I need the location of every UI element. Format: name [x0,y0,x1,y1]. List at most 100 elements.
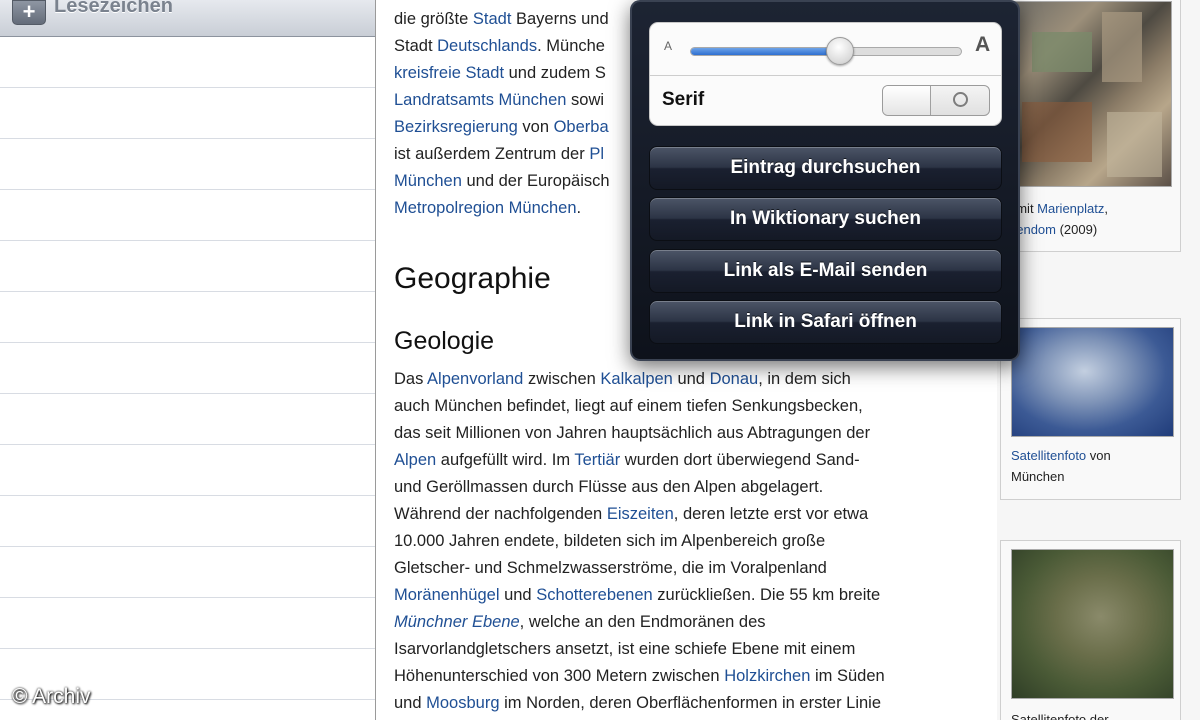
text-segment: im Süden [810,667,885,685]
text-line: Satellitenfoto von [1011,445,1111,466]
text-line: Das Alpenvorland zwischen Kalkalpen und … [394,366,851,393]
image-card-satellite[interactable]: Satellitenfoto von München [1000,318,1181,500]
city-aerial-image[interactable] [1011,1,1172,187]
text-segment: und der Europäisch [461,172,610,190]
bookmarks-sidebar: + Lesezeichen [0,0,376,720]
article-link[interactable]: Metropolregion München [394,199,577,217]
text-line: auch München befindet, liegt auf einem t… [394,393,863,420]
text-segment: aufgefüllt wird. Im [436,451,575,469]
image-card-satellite-2[interactable]: Satellitenfoto der [1000,540,1181,720]
text-line: kreisfreie Stadt und zudem S [394,60,606,87]
text-segment: sowi [566,91,605,109]
search-wiktionary-button[interactable]: In Wiktionary suchen [649,197,1002,241]
text-segment: im Norden, deren Oberflächenformen in er… [499,694,882,712]
open-in-safari-button[interactable]: Link in Safari öffnen [649,300,1002,344]
article-link[interactable]: Bezirksregierung [394,118,518,136]
font-settings-panel: A A Serif [649,22,1002,126]
text-line: Satellitenfoto der [1011,709,1109,720]
watermark: © Archiv [12,685,91,708]
text-segment: Gletscher- und Schmelzwasserströme, die … [394,559,827,577]
text-segment: (2009) [1055,222,1098,237]
text-line: München und der Europäisch [394,168,610,195]
text-line: Während der nachfolgenden Eiszeiten, der… [394,501,868,528]
font-size-large-icon: A [975,33,991,56]
text-line: die größte Stadt Bayerns und [394,6,609,33]
article-link[interactable]: Alpenvorland [427,370,523,388]
article-link[interactable]: Alpen [394,451,436,469]
text-line: uendom (2009) [1009,219,1097,240]
article-link[interactable]: Pl [589,145,604,163]
article-link[interactable]: Münchner Ebene [394,613,520,631]
font-size-slider-thumb[interactable] [825,37,854,65]
text-line: und Moosburg im Norden, deren Oberfläche… [394,690,881,717]
article-link[interactable]: Eiszeiten [607,505,674,523]
text-line: Höhenunterschied von 300 Metern zwischen… [394,663,885,690]
divider [650,75,1001,76]
article-link[interactable]: Deutschlands [437,37,537,55]
text-line: und Geröllmassen durch Flüsse aus den Al… [394,474,823,501]
text-segment: zurückließen. Die 55 km breite [652,586,881,604]
serif-label: Serif [662,89,705,110]
text-segment: , deren letzte erst vor etwa [673,505,869,523]
article-link[interactable]: München [394,172,462,190]
text-line: München [1011,466,1064,487]
text-segment: auch München befindet, liegt auf einem t… [394,397,863,415]
text-line: Alpen aufgefüllt wird. Im Tertiär wurden… [394,447,860,474]
image-column: t mit Marienplatz, uendom (2009) Satellit… [997,0,1200,720]
article-link[interactable]: Landratsamts München [394,91,566,109]
text-line: Landratsamts München sowi [394,87,604,114]
article-link[interactable]: Kalkalpen [600,370,672,388]
text-line: Moränenhügel und Schotterebenen zurückli… [394,582,880,609]
subsection-heading: Geologie [394,327,495,355]
text-segment: , [1104,201,1108,216]
serif-toggle[interactable] [882,85,990,116]
text-segment: 10.000 Jahren endete, bildeten sich im A… [394,532,826,550]
email-link-button[interactable]: Link als E-Mail senden [649,249,1002,293]
text-segment: . Münche [537,37,605,55]
text-segment: Bayerns und [511,10,609,28]
toggle-off-icon [953,92,968,107]
text-segment: Satellitenfoto der [1011,712,1109,720]
article-link[interactable]: Moosburg [426,694,499,712]
options-popover: A A Serif Eintrag durchsuchen In Wiktion… [630,0,1020,361]
sidebar-title: Lesezeichen [54,0,173,17]
text-line: ist außerdem Zentrum der Pl [394,141,604,168]
font-size-slider-fill [691,48,840,55]
text-segment: und [672,370,710,388]
search-entry-button[interactable]: Eintrag durchsuchen [649,146,1002,190]
article-link[interactable]: kreisfreie Stadt [394,64,504,82]
text-segment: und [499,586,537,604]
article-link[interactable]: Moränenhügel [394,586,500,604]
text-segment: . [576,199,582,217]
text-line: Isarvorlandgletschers ansetzt, ist eine … [394,636,855,663]
article-link[interactable]: Donau [710,370,759,388]
article-link[interactable]: Oberba [554,118,609,136]
text-segment: Während der nachfolgenden [394,505,607,523]
article-link[interactable]: Tertiär [574,451,620,469]
text-segment: Höhenunterschied von 300 Metern zwischen [394,667,725,685]
article-link[interactable]: Stadt [473,10,512,28]
text-segment: und zudem S [504,64,606,82]
text-line: Gletscher- und Schmelzwasserströme, die … [394,555,827,582]
text-segment: Das [394,370,428,388]
article-link[interactable]: Schotterebenen [536,586,653,604]
text-segment: die größte [394,10,473,28]
text-segment: und [394,694,427,712]
satellite-image-2[interactable] [1011,549,1174,699]
text-line: Münchner Ebene, welche an den Endmoränen… [394,609,766,636]
text-segment: von [1086,448,1111,463]
satellite-image[interactable] [1011,327,1174,437]
text-line: 10.000 Jahren endete, bildeten sich im A… [394,528,825,555]
text-segment: Stadt [394,37,438,55]
text-segment: Isarvorlandgletschers ansetzt, ist eine … [394,640,856,658]
text-segment: zwischen [523,370,601,388]
text-line: Bezirksregierung von Oberba [394,114,609,141]
article-link[interactable]: Holzkirchen [724,667,810,685]
toggle-knob [883,86,931,115]
article-link[interactable]: Marienplatz [1037,201,1104,216]
image-card-marienplatz[interactable]: t mit Marienplatz, uendom (2009) [1000,0,1181,252]
text-segment: das seit Millionen von Jahren hauptsächl… [394,424,871,442]
text-segment: , welche an den Endmoränen des [519,613,766,631]
article-link[interactable]: Satellitenfoto [1011,448,1086,463]
text-segment: München [1011,469,1065,484]
